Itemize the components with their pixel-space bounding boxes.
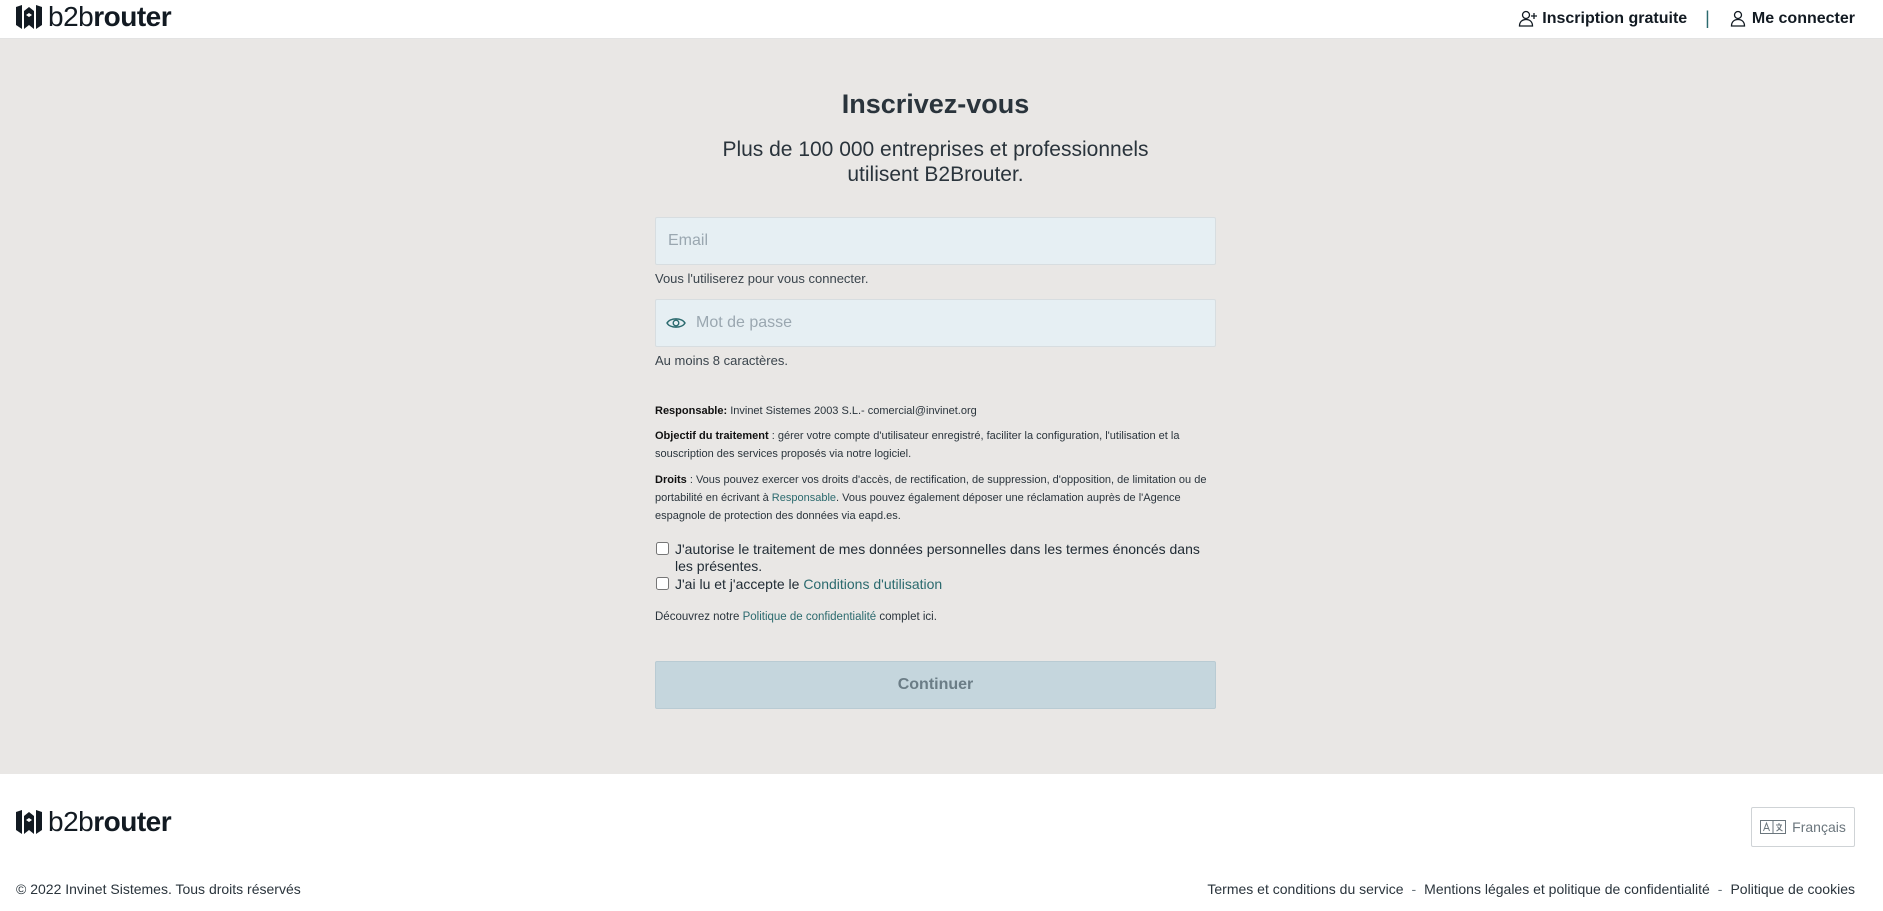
consent-data-row: J'autorise le traitement de mes données … [655, 541, 1216, 575]
consent-terms-checkbox[interactable] [656, 577, 669, 590]
login-link[interactable]: Me connecter [1728, 9, 1855, 29]
privacy-suffix: complet ici. [876, 611, 937, 623]
subtitle-line-2: utilisent B2Brouter. [847, 163, 1024, 186]
terms-link[interactable]: Conditions d'utilisation [803, 576, 942, 592]
header-logo[interactable]: b2brouter [14, 1, 172, 32]
continue-button[interactable]: Continuer [655, 661, 1216, 709]
footer-link-terms[interactable]: Termes et conditions du service [1207, 881, 1403, 897]
legal-responsable-label: Responsable: [655, 405, 728, 417]
language-selector[interactable]: Français [1751, 807, 1855, 847]
legal-responsable-text: Invinet Sistemes 2003 S.L.- comercial@in… [727, 405, 977, 417]
footer-link-legal[interactable]: Mentions légales et politique de confide… [1424, 881, 1710, 897]
consent-terms-prefix: J'ai lu et j'accepte le [675, 576, 804, 592]
copyright: © 2022 Invinet Sistemes. Tous droits rés… [16, 881, 301, 897]
password-field [655, 299, 1216, 347]
legal-droits: Droits : Vous pouvez exercer vos droits … [655, 471, 1216, 525]
login-label: Me connecter [1751, 9, 1855, 27]
consent-data-label: J'autorise le traitement de mes données … [675, 541, 1200, 574]
brand-wordmark: b2brouter [48, 806, 172, 837]
legal-responsable: Responsable: Invinet Sistemes 2003 S.L.-… [655, 402, 1216, 420]
eye-icon[interactable] [666, 314, 686, 332]
password-input[interactable] [696, 300, 1211, 346]
nav-separator: | [1705, 8, 1710, 28]
translate-icon [1760, 820, 1787, 834]
page-footer: b2brouter Français © 2022 Invinet Sistem… [0, 774, 1883, 911]
top-header: b2brouter Inscription gratuite | Me conn… [0, 0, 1883, 39]
footer-link-separator: - [1411, 881, 1417, 897]
subtitle-line-1: Plus de 100 000 entreprises et professio… [722, 138, 1149, 161]
email-input[interactable] [655, 217, 1216, 265]
consent-terms-row: J'ai lu et j'accepte le Conditions d'uti… [655, 576, 1216, 593]
footer-link-separator: - [1717, 881, 1723, 897]
top-nav: Inscription gratuite | Me connecter [1518, 8, 1855, 29]
consent-data-checkbox[interactable] [656, 542, 669, 555]
legal-objectif-label: Objectif du traitement [655, 430, 769, 442]
user-icon [1730, 10, 1746, 27]
user-plus-icon [1519, 10, 1538, 27]
signup-label: Inscription gratuite [1542, 9, 1688, 27]
b2brouter-logo-icon [16, 810, 42, 834]
footer-logo[interactable]: b2brouter [14, 806, 172, 837]
email-hint: Vous l'utiliserez pour vous connecter. [655, 271, 869, 286]
page-subtitle: Plus de 100 000 entreprises et professio… [655, 137, 1216, 187]
brand-wordmark: b2brouter [48, 1, 172, 32]
main-content: Inscrivez-vous Plus de 100 000 entrepris… [0, 39, 1883, 774]
privacy-notice: Découvrez notre Politique de confidentia… [655, 611, 937, 623]
signup-link[interactable]: Inscription gratuite [1518, 9, 1687, 29]
password-hint: Au moins 8 caractères. [655, 353, 788, 368]
language-label: Français [1792, 819, 1846, 835]
responsable-link[interactable]: Responsable [772, 492, 836, 504]
legal-objectif: Objectif du traitement : gérer votre com… [655, 427, 1216, 463]
privacy-policy-link[interactable]: Politique de confidentialité [743, 611, 877, 623]
footer-link-cookies[interactable]: Politique de cookies [1730, 881, 1855, 897]
footer-links: Termes et conditions du service - Mentio… [1207, 881, 1855, 897]
legal-droits-label: Droits [655, 474, 687, 486]
privacy-prefix: Découvrez notre [655, 611, 743, 623]
page-title: Inscrivez-vous [841, 89, 1030, 119]
b2brouter-logo-icon [16, 5, 42, 29]
consent-terms-label: J'ai lu et j'accepte le Conditions d'uti… [675, 576, 942, 593]
